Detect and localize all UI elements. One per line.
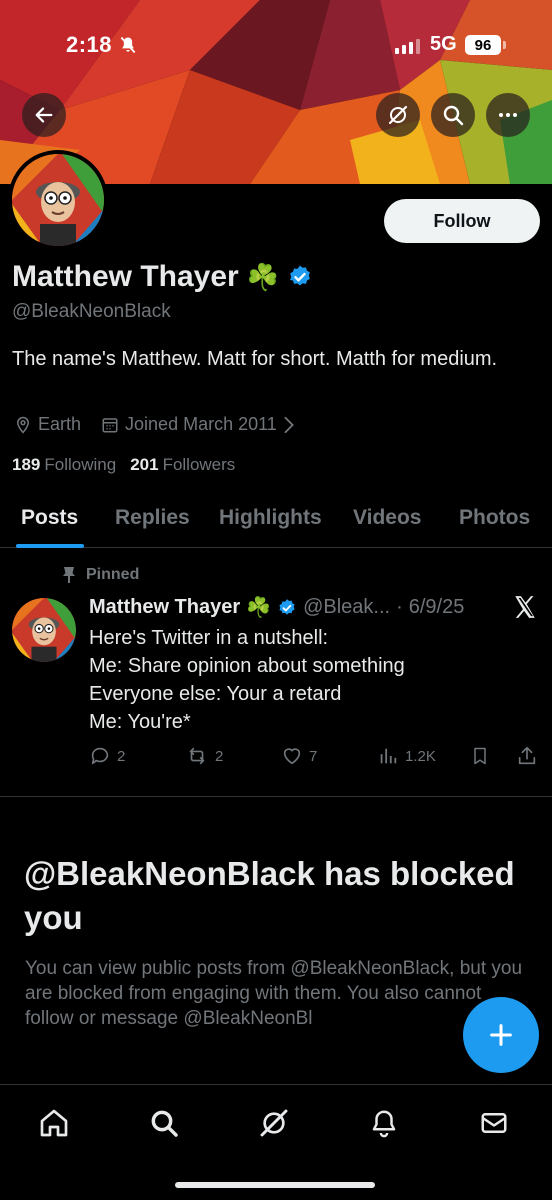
post-text: Here's Twitter in a nutshell: Me: Share … [89,627,405,733]
active-tab-indicator [16,544,84,548]
blocked-body: You can view public posts from @BleakNeo… [25,958,523,1029]
home-indicator [175,1182,375,1188]
tab-posts[interactable]: Posts [21,506,78,530]
status-bar: 2:18 5G 96 [0,0,552,90]
grok-icon [388,105,408,125]
home-icon [40,1109,68,1137]
profile-avatar[interactable] [8,150,108,250]
post-author-handle: @Bleak... [303,596,391,618]
profile-joined[interactable]: Joined March 2011 [101,414,295,435]
tab-replies[interactable]: Replies [115,506,190,530]
bell-icon [372,1110,396,1138]
search-button[interactable] [431,93,475,137]
profile-tabs: Posts Replies Highlights Videos Photos [0,490,552,548]
share-action[interactable] [516,745,538,767]
profile-display-name: Matthew Thayer ☘️ [12,260,313,294]
tab-highlights[interactable]: Highlights [219,506,322,530]
plus-icon [490,1024,512,1046]
signal-icon [395,38,420,54]
nav-notifications[interactable] [364,1103,404,1143]
views-icon [380,748,397,764]
compose-button[interactable] [463,997,539,1073]
network-label: 5G [430,33,457,55]
verified-badge-icon [290,265,310,286]
search-icon [151,1110,178,1137]
followers-stat[interactable]: 201 Followers [130,455,235,475]
battery-icon: 96 [465,35,501,55]
profile-handle: @BleakNeonBlack [12,301,171,322]
back-arrow-icon [35,107,53,123]
calendar-icon [102,417,118,432]
heart-icon [283,748,301,765]
post-date: 6/9/25 [408,596,465,618]
post-author-avatar[interactable] [12,598,76,662]
battery-tip [503,41,506,49]
profile-bio: The name's Matthew. Matt for short. Matt… [12,348,498,370]
pinned-label: Pinned [62,566,139,584]
search-icon [443,105,464,126]
post-header: Matthew Thayer ☘️ @Bleak... · 6/9/25 [89,595,464,620]
profile-meta: Earth Joined March 2011 [14,414,315,435]
verified-badge-icon [279,598,295,615]
repost-icon [189,747,205,765]
post-author-name[interactable]: Matthew Thayer [89,596,240,619]
nav-messages[interactable] [474,1103,514,1143]
more-button[interactable] [486,93,530,137]
post-actions: 2 2 7 1.2K [89,745,539,773]
bookmark-icon [474,747,486,765]
shamrock-emoji: ☘️ [246,597,272,619]
more-icon [499,113,517,117]
profile-location: Earth [14,414,81,435]
back-button[interactable] [22,93,66,137]
silent-bell-icon [120,36,136,54]
shamrock-emoji: ☘️ [246,261,280,292]
status-time: 2:18 [66,32,138,58]
post-divider [0,796,552,797]
joined-text: Joined March 2011 [125,414,277,434]
nav-grok[interactable] [254,1103,294,1143]
nav-search[interactable] [144,1103,184,1143]
location-pin-icon [16,416,30,434]
pin-icon [63,567,75,583]
grok-icon [260,1109,288,1137]
views-action[interactable]: 1.2K [377,745,436,767]
like-action[interactable]: 7 [281,745,317,767]
reply-action[interactable]: 2 [89,745,125,767]
display-name-text: Matthew Thayer [12,260,239,293]
nav-home[interactable] [34,1103,74,1143]
post-separator: · [396,596,403,618]
tab-videos[interactable]: Videos [353,506,421,530]
tab-photos[interactable]: Photos [459,506,530,530]
chevron-right-icon [284,416,294,433]
blocked-title: @BleakNeonBlack has blocked you [24,855,515,936]
location-text: Earth [38,414,82,434]
reply-icon [91,747,109,765]
mail-icon [481,1113,507,1133]
profile-stats: 189 Following 201 Followers [12,455,235,475]
bookmark-action[interactable] [470,745,490,767]
x-logo-icon[interactable] [512,594,538,625]
share-icon [518,746,536,765]
following-stat[interactable]: 189 Following [12,455,116,475]
follow-button[interactable]: Follow [384,199,540,243]
repost-action[interactable]: 2 [185,745,223,767]
grok-button[interactable] [376,93,420,137]
